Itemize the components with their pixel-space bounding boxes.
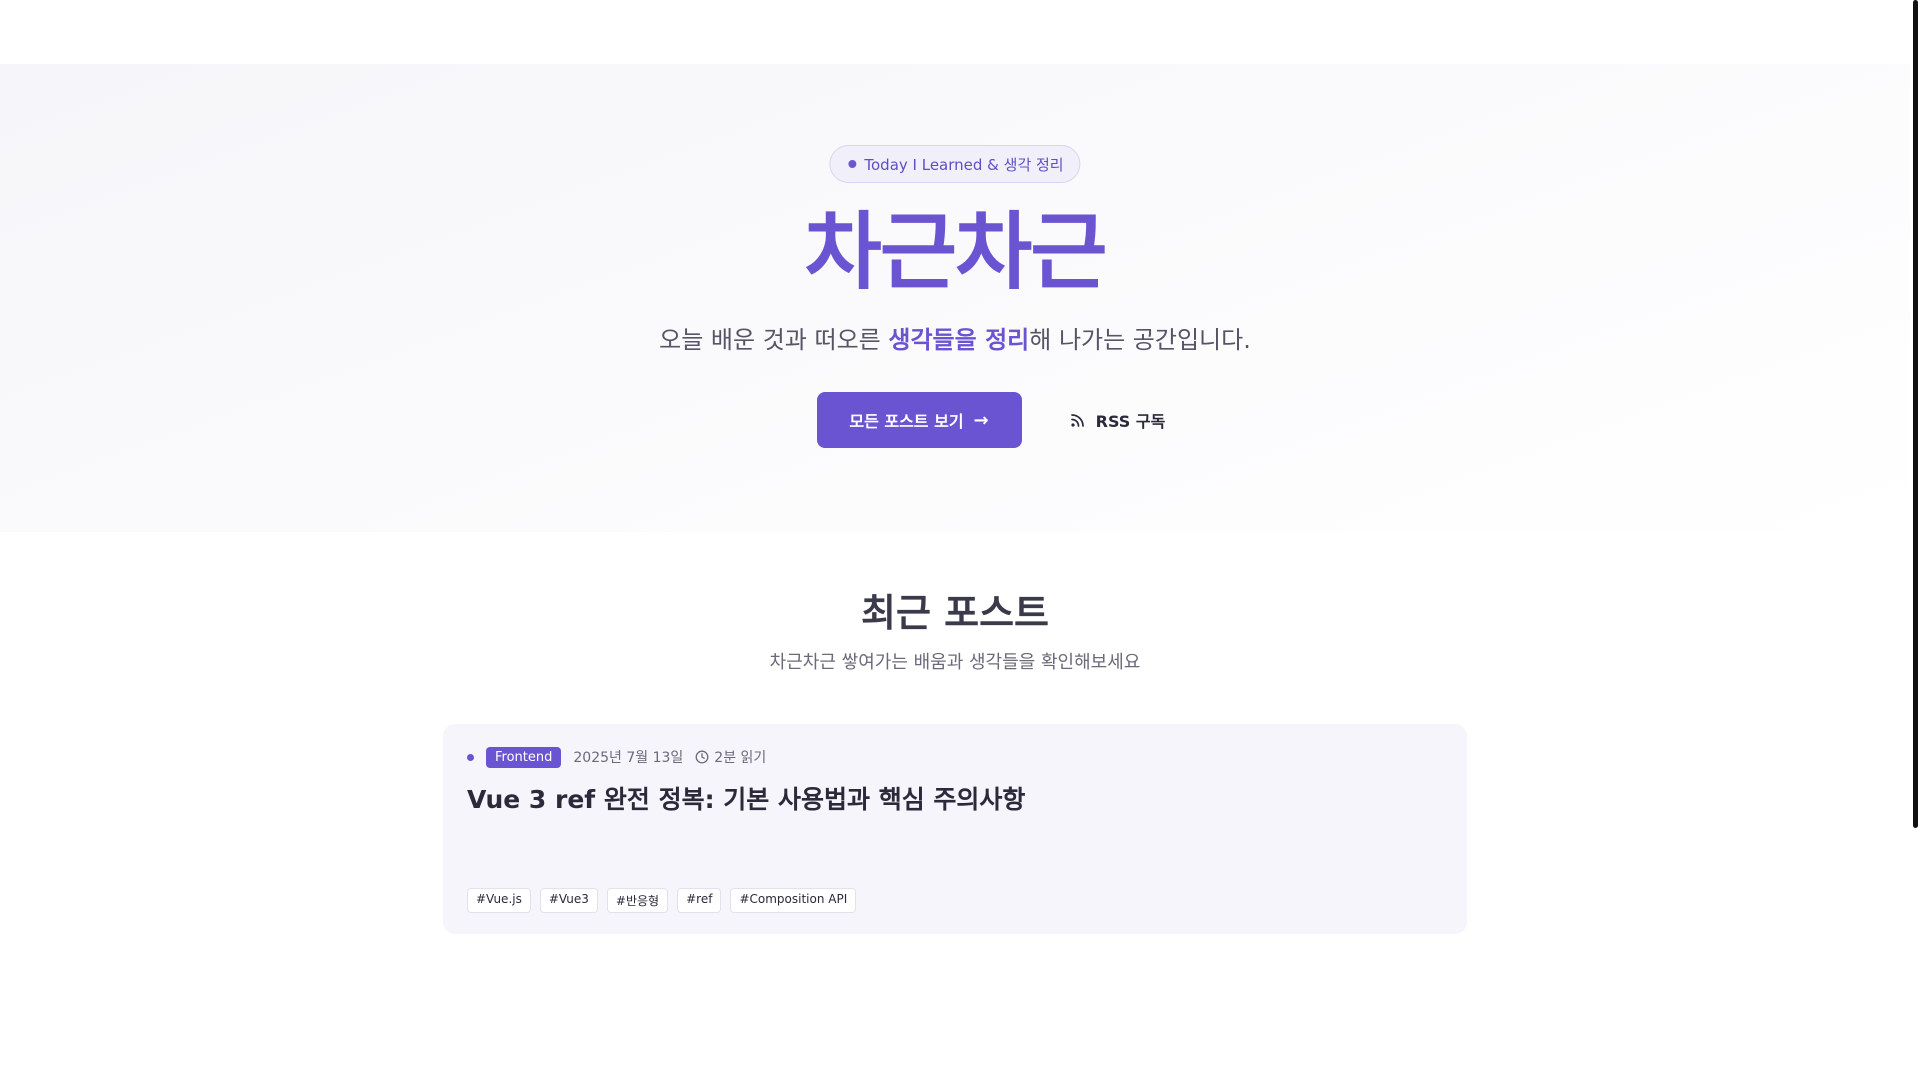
top-bar	[0, 0, 1910, 64]
hero-subtitle-highlight: 생각들을 정리	[888, 326, 1030, 354]
hero-subtitle-pre: 오늘 배운 것과 떠오른	[659, 326, 889, 354]
post-title[interactable]: Vue 3 ref 완전 정복: 기본 사용법과 핵심 주의사항	[467, 782, 1443, 818]
post-read-time: 2분 읽기	[695, 747, 766, 767]
rss-icon	[1070, 414, 1084, 427]
post-tag[interactable]: #반응형	[606, 888, 669, 913]
hero-section: Today I Learned & 생각 정리 차근차근 오늘 배운 것과 떠오…	[0, 64, 1910, 532]
post-tags: #Vue.js #Vue3 #반응형 #ref #Composition API	[467, 888, 857, 913]
hero-actions: 모든 포스트 보기 → RSS 구독	[0, 392, 1910, 448]
hero-subtitle-post: 해 나가는 공간입니다.	[1029, 326, 1251, 354]
scrollbar[interactable]	[1910, 0, 1920, 1080]
hero-badge-label: Today I Learned & 생각 정리	[864, 155, 1064, 174]
scrollbar-thumb[interactable]	[1913, 0, 1918, 828]
rss-subscribe-button[interactable]: RSS 구독	[1048, 392, 1188, 448]
post-tag[interactable]: #Composition API	[730, 888, 857, 913]
rss-subscribe-label: RSS 구독	[1095, 412, 1166, 431]
hero-subtitle: 오늘 배운 것과 떠오른 생각들을 정리해 나가는 공간입니다.	[0, 322, 1910, 358]
post-tag[interactable]: #Vue.js	[467, 888, 531, 913]
post-meta: Frontend 2025년 7월 13일 2분 읽기	[467, 746, 1443, 768]
section-title: 최근 포스트	[860, 591, 1050, 635]
dot-icon	[848, 160, 857, 168]
dot-icon	[467, 753, 474, 761]
view-all-posts-label: 모든 포스트 보기	[849, 412, 964, 431]
post-tag[interactable]: #ref	[677, 888, 722, 913]
page: Today I Learned & 생각 정리 차근차근 오늘 배운 것과 떠오…	[0, 0, 1920, 1080]
view-all-posts-button[interactable]: 모든 포스트 보기 →	[816, 392, 1022, 448]
hero-title: 차근차근	[804, 203, 1107, 301]
post-card[interactable]: Frontend 2025년 7월 13일 2분 읽기 Vue 3 ref 완전…	[443, 724, 1467, 934]
post-date: 2025년 7월 13일	[573, 750, 684, 766]
clock-icon	[695, 750, 709, 764]
section-subtitle: 차근차근 쌓여가는 배움과 생각들을 확인해보세요	[769, 652, 1141, 673]
post-tag[interactable]: #Vue3	[539, 888, 598, 913]
arrow-right-icon: →	[973, 409, 989, 431]
post-category-badge[interactable]: Frontend	[486, 746, 562, 768]
hero-badge: Today I Learned & 생각 정리	[829, 145, 1081, 183]
post-read-time-label: 2분 읽기	[714, 750, 767, 766]
